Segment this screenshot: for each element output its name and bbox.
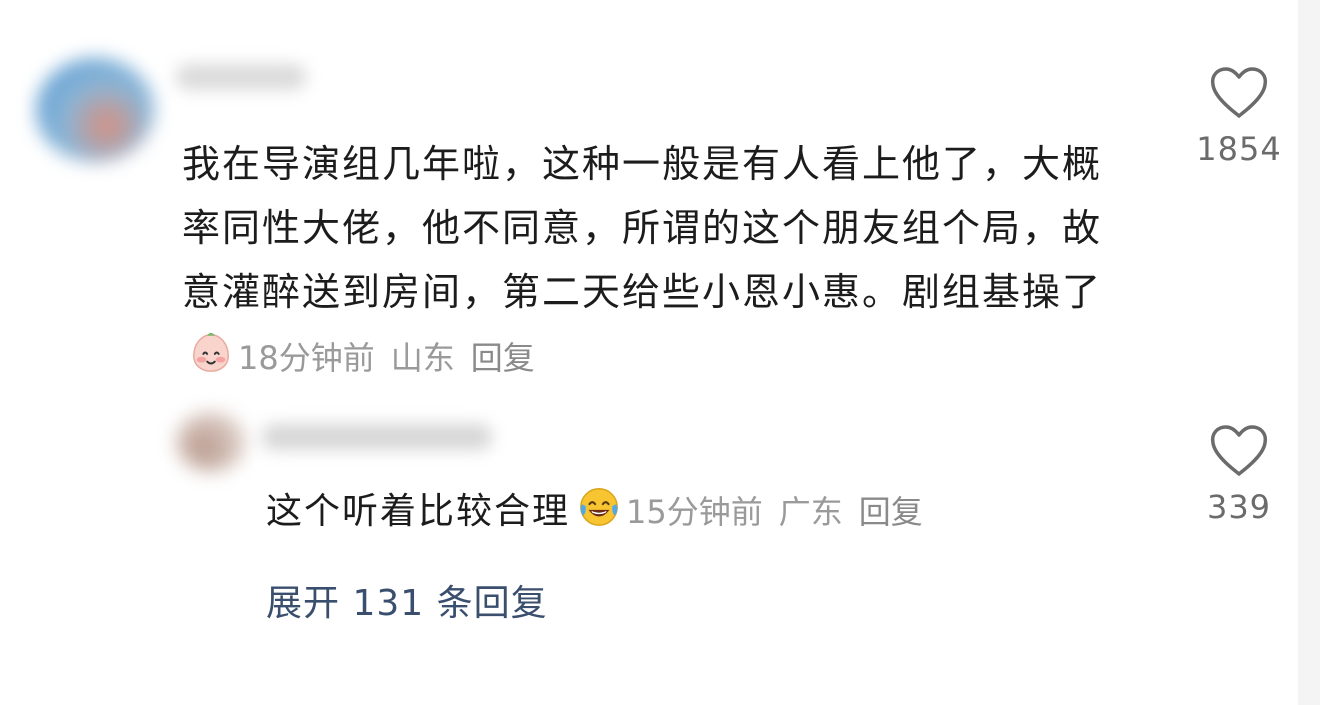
reply-meta: 15分钟前 广东 回复 [626,493,923,531]
heart-icon[interactable] [1209,66,1269,120]
like-count: 1854 [1196,130,1282,168]
comment-text: 我在导演组几年啦，这种一般是有人看上他了，大概率同性大佬，他不同意，所谓的这个朋… [182,142,1103,314]
comment-time: 18分钟前 [238,339,375,377]
reply-time: 15分钟前 [626,493,763,531]
reply-text: 这个听着比较合理 [266,491,571,532]
reply-button[interactable]: 回复 [859,493,923,531]
heart-icon[interactable] [1209,424,1269,478]
reply-body: 这个听着比较合理 15分钟前 广东 回复 [266,480,923,544]
avatar[interactable] [36,58,154,162]
like-button[interactable]: 339 [1184,424,1294,526]
comment-meta: 18分钟前 山东 回复 [238,339,535,377]
reply-button[interactable]: 回复 [471,339,535,377]
avatar[interactable] [176,412,246,472]
like-count: 339 [1206,488,1272,526]
blushing-face-emoji-icon [193,332,229,372]
expand-replies-link[interactable]: 展开 131 条回复 [266,574,548,634]
laughing-tears-emoji-icon [580,488,618,526]
scroll-edge [1298,0,1320,705]
like-button[interactable]: 1854 [1184,66,1294,168]
reply-location: 广东 [778,493,843,531]
username-blurred[interactable] [262,424,492,450]
comment-location: 山东 [390,339,455,377]
comment-body: 我在导演组几年啦，这种一般是有人看上他了，大概率同性大佬，他不同意，所谓的这个朋… [182,132,1122,390]
username-blurred[interactable] [176,64,306,90]
